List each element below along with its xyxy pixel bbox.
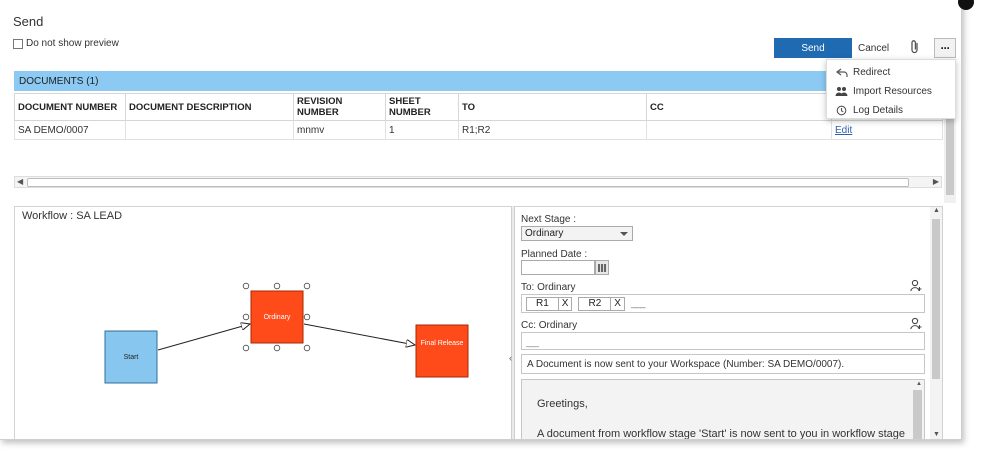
stage-ordinary-label: Ordinary [264,314,291,321]
body-scrollbar-thumb[interactable] [913,390,922,439]
cc-label: Cc: Ordinary [521,320,578,331]
menu-item-import-resources[interactable]: Import Resources [827,82,955,101]
column-header[interactable]: SHEET NUMBER [385,93,459,121]
cc-recipients-field[interactable]: ___ [521,332,925,350]
do-not-show-preview[interactable]: Do not show preview [13,38,119,49]
to-recipients-field[interactable]: R1 X R2 X ___ [521,294,925,313]
preview-checkbox[interactable] [13,38,23,49]
chevron-down-icon [620,232,628,236]
form-vertical-scrollbar[interactable]: ▲ ▼ [930,207,942,439]
planned-date-input[interactable] [521,260,595,275]
to-label: To: Ordinary [521,282,576,293]
menu-item-label: Redirect [853,67,891,78]
recipient-name: R2 [579,297,612,310]
history-icon [835,105,848,117]
close-icon[interactable] [958,0,974,10]
add-person-icon[interactable] [910,279,922,292]
menu-item-log-details[interactable]: Log Details [827,101,955,120]
documents-table: DOCUMENT NUMBER DOCUMENT DESCRIPTION REV… [14,93,943,140]
scrollbar-thumb[interactable] [932,219,940,379]
scroll-left-icon[interactable]: ◀ [17,177,23,186]
planned-date-label: Planned Date : [521,249,588,260]
cell-document-number: SA DEMO/0007 [14,120,126,140]
column-header[interactable]: DOCUMENT NUMBER [14,93,126,121]
cell-document-description [125,120,294,140]
column-header[interactable]: TO [458,93,647,121]
next-stage-label: Next Stage : [521,214,577,225]
remove-recipient-icon[interactable]: X [611,298,624,309]
cell-sheet-number: 1 [385,120,459,140]
subject-field[interactable]: A Document is now sent to your Workspace… [521,354,925,374]
cell-cc [646,120,832,140]
more-options-menu: Redirect Import Resources Log Details [826,59,956,119]
cell-to: R1;R2 [458,120,647,140]
more-options-button[interactable]: ··· [934,38,956,58]
users-icon [835,86,848,98]
menu-item-label: Log Details [853,105,904,116]
next-stage-value: Ordinary [525,228,564,239]
column-header[interactable]: CC [646,93,832,121]
cell-action: Edit [831,120,943,140]
calendar-icon[interactable] [595,260,609,275]
workflow-panel: Workflow : SA LEAD Start Ordinary Final … [14,206,511,439]
scroll-up-icon[interactable]: ▲ [916,381,922,387]
menu-item-redirect[interactable]: Redirect [827,63,955,82]
edge-ordinary-to-final [303,323,415,345]
to-input[interactable]: ___ [631,298,646,309]
body-line: A document from workflow stage 'Start' i… [537,428,905,440]
dialog-title: Send [13,14,44,29]
cell-revision-number: mnmv [293,120,386,140]
scrollbar-thumb[interactable] [27,178,909,187]
documents-horizontal-scrollbar[interactable]: ◀ ▶ [14,176,942,188]
send-button[interactable]: Send [774,38,852,58]
collapse-left-icon[interactable]: ‹ [509,353,512,363]
stage-start-label: Start [124,354,139,361]
scroll-up-icon[interactable]: ▲ [933,207,940,214]
workflow-diagram: Start Ordinary Final Release [104,282,469,384]
preview-label: Do not show preview [26,38,119,49]
column-header[interactable]: DOCUMENT DESCRIPTION [125,93,294,121]
table-row[interactable]: SA DEMO/0007 mnmv 1 R1;R2 Edit [14,120,943,140]
scroll-right-icon[interactable]: ▶ [933,177,939,186]
redirect-icon [835,67,848,79]
documents-header: DOCUMENTS (1) [14,71,942,91]
stage-final-release-label: Final Release [420,340,464,347]
remove-recipient-icon[interactable]: X [559,298,572,309]
recipient-chip: R2 X [578,296,625,311]
scroll-down-icon[interactable]: ▼ [933,431,940,438]
message-body[interactable]: Greetings, A document from workflow stag… [521,379,925,440]
table-header-row: DOCUMENT NUMBER DOCUMENT DESCRIPTION REV… [14,93,943,121]
send-dialog: Send Do not show preview Send Cancel ···… [0,0,962,440]
attachment-icon[interactable] [908,39,922,55]
recipient-name: R1 [527,297,559,310]
cancel-button[interactable]: Cancel [858,40,889,56]
add-person-icon[interactable] [910,317,922,330]
recipient-chip: R1 X [526,296,573,311]
edit-link[interactable]: Edit [835,125,852,136]
menu-item-label: Import Resources [853,86,932,97]
body-greeting: Greetings, [537,398,588,410]
edge-start-to-ordinary [157,324,250,351]
column-header[interactable]: REVISION NUMBER [293,93,386,121]
next-stage-select[interactable]: Ordinary [521,226,633,241]
